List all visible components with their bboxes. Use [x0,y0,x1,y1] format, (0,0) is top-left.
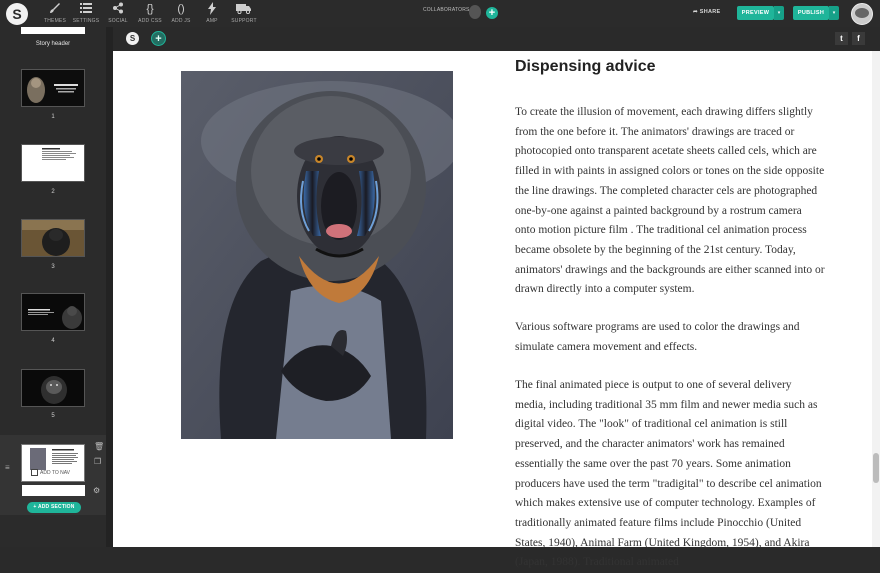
sidebar-scrollbar[interactable] [106,27,113,547]
preview-button[interactable]: PREVIEW [737,6,774,20]
facebook-icon[interactable]: f [852,32,865,45]
truck-icon [226,2,262,16]
publish-button[interactable]: PUBLISH [793,6,829,20]
section-heading[interactable]: Dispensing advice [515,58,656,76]
section-thumbnail-1[interactable] [21,69,85,107]
add-section-label: ADD SECTION [37,504,75,510]
gear-icon[interactable]: ⚙ [93,486,100,495]
add-section-button[interactable]: + ADD SECTION [27,502,81,513]
add-to-nav-label: ADD TO NAV [40,469,71,476]
section-thumbnail-5[interactable] [21,369,85,407]
share-button[interactable]: ➦ SHARE [693,9,721,15]
add-block-button[interactable]: + [151,31,166,46]
share-label: SHARE [699,9,721,15]
section-number-5: 5 [51,413,55,419]
story-header-thumbnail[interactable] [21,27,85,34]
story-header-label: Story header [35,41,71,47]
support-button[interactable]: SUPPORT [226,2,262,24]
add-to-nav-checkbox[interactable]: ADD TO NAV [31,469,70,476]
add-collaborator-button[interactable]: + [486,7,498,19]
article-paragraph-3[interactable]: The final animated piece is output to on… [515,376,825,573]
amp-button[interactable]: AMP [194,2,230,24]
user-avatar[interactable] [851,3,873,25]
mandrill-photo [181,71,461,439]
section-number-4: 4 [51,338,55,344]
settings-label: SETTINGS [72,18,100,24]
story-toolbar [113,27,880,51]
share-nodes-icon [100,2,136,16]
checkbox-box[interactable] [31,469,38,476]
article-paragraph-2[interactable]: Various software programs are used to co… [515,318,825,357]
bolt-icon [194,2,230,16]
support-label: SUPPORT [231,18,257,24]
story-badge[interactable]: S [126,32,139,45]
top-toolbar: S THEMES SETTINGS SOCIAL {} ADD CSS () A… [0,0,880,27]
drag-handle-icon[interactable]: ≡ [5,463,10,472]
section-thumbnail-6[interactable] [21,444,85,482]
list-icon [68,2,104,16]
settings-button[interactable]: SETTINGS [68,2,104,24]
amp-label: AMP [206,18,218,24]
trash-icon[interactable]: 🗑 [94,442,104,451]
section-number-1: 1 [51,114,55,120]
share-arrow-icon: ➦ [693,9,700,15]
twitter-icon[interactable]: t [835,32,848,45]
social-label: SOCIAL [108,18,128,24]
duplicate-icon[interactable]: ❐ [94,457,101,466]
section-number-3: 3 [51,264,55,270]
app-logo[interactable]: S [6,3,28,25]
main-scrollbar-thumb[interactable] [873,453,879,483]
section-name-input[interactable] [22,485,85,496]
social-button[interactable]: SOCIAL [100,2,136,24]
publish-dropdown-caret[interactable]: ▾ [829,6,839,20]
section-thumbnail-4[interactable] [21,293,85,331]
collaborators-label: COLLABORATORS [423,7,470,13]
preview-dropdown-caret[interactable]: ▾ [774,6,784,20]
section-thumbnail-2[interactable] [21,144,85,182]
section-number-2: 2 [51,189,55,195]
section-thumbnail-3[interactable] [21,219,85,257]
article-paragraph-1[interactable]: To create the illusion of movement, each… [515,103,825,300]
collaborator-avatar[interactable] [469,5,481,19]
